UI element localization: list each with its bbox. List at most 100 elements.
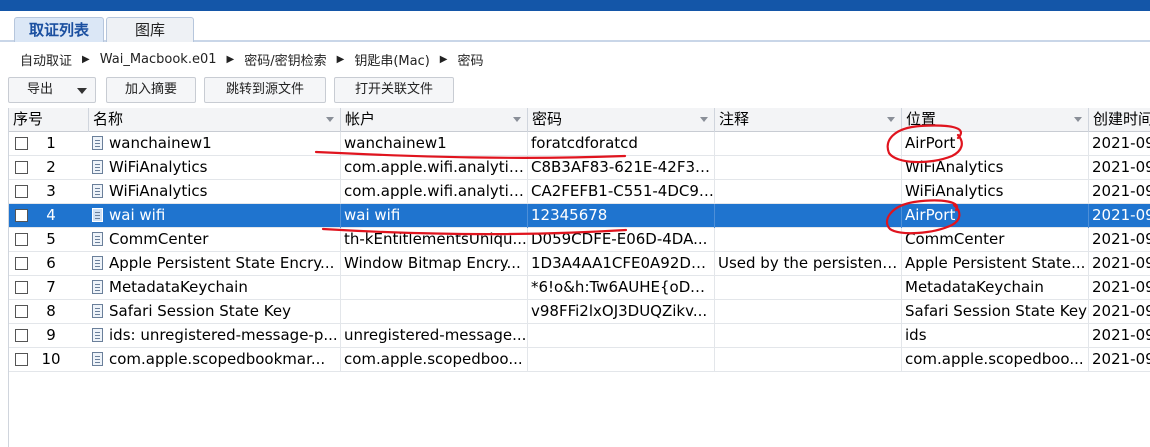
row-checkbox[interactable] xyxy=(15,281,28,294)
cell-account: com.apple.wifi.analytic... xyxy=(341,180,528,204)
column-label: 帐户 xyxy=(345,110,376,128)
cell-location-text: ids xyxy=(905,326,927,344)
row-checkbox[interactable] xyxy=(15,185,28,198)
table-row[interactable]: 8 Safari Session State Key v98FFi2lxOJ3DUQ… xyxy=(9,300,1150,324)
cell-comment xyxy=(715,132,902,156)
cell-index: 1 xyxy=(46,134,56,152)
cell-location: com.apple.scopedboo... xyxy=(902,348,1089,372)
add-to-digest-button[interactable]: 加入摘要 xyxy=(106,77,196,103)
column-label: 位置 xyxy=(906,110,937,128)
cell-created: 2021-09 xyxy=(1089,228,1150,252)
open-related-file-button[interactable]: 打开关联文件 xyxy=(334,77,454,103)
row-checkbox[interactable] xyxy=(15,137,28,150)
cell-account-text: unregistered-message... xyxy=(344,326,527,344)
table-row[interactable]: 10 com.apple.scopedbookmar... com.apple.sc… xyxy=(9,348,1150,372)
table-row[interactable]: 4 wai wifi wai wifi 12345678 AirPort 2021-09 xyxy=(9,204,1150,228)
cell-comment xyxy=(715,156,902,180)
column-header-location[interactable]: 位置 xyxy=(902,108,1089,132)
jump-to-source-button[interactable]: 跳转到源文件 xyxy=(204,77,326,103)
cell-account-text: com.apple.wifi.analytic... xyxy=(344,182,528,200)
table-row[interactable]: 5 CommCenter th-kEntitlementsUniqu... D059C… xyxy=(9,228,1150,252)
cell-location: Safari Session State Key xyxy=(902,300,1089,324)
row-checkbox[interactable] xyxy=(15,305,28,318)
cell-password-text: D059CDFE-E06D-4DA... xyxy=(531,230,708,248)
column-header-created[interactable]: 创建时间 xyxy=(1089,108,1150,132)
cell-comment xyxy=(715,300,902,324)
cell-location-text: WiFiAnalytics xyxy=(905,158,1004,176)
cell-account-text: com.apple.scopedboo... xyxy=(344,350,523,368)
cell-created: 2021-09 xyxy=(1089,300,1150,324)
cell-created: 2021-09 xyxy=(1089,276,1150,300)
breadcrumb-item[interactable]: 自动取证 xyxy=(20,50,72,69)
cell-account: th-kEntitlementsUniqu... xyxy=(341,228,528,252)
document-icon xyxy=(92,328,103,342)
chevron-right-icon: ▶ xyxy=(82,53,90,65)
cell-name-text: WiFiAnalytics xyxy=(109,182,208,200)
cell-name-text: ids: unregistered-message-p... xyxy=(109,326,338,344)
document-icon xyxy=(92,232,103,246)
row-checkbox[interactable] xyxy=(15,161,28,174)
cell-account: wai wifi xyxy=(341,204,528,228)
table-row[interactable]: 1 wanchainew1 wanchainew1 foratcdforatcd Air… xyxy=(9,132,1150,156)
cell-password-text: foratcdforatcd xyxy=(531,134,638,152)
cell-password: foratcdforatcd xyxy=(528,132,715,156)
cell-name-text: wanchainew1 xyxy=(109,134,212,152)
column-header-comment[interactable]: 注释 xyxy=(715,108,902,132)
export-dropdown-button[interactable]: 导出 xyxy=(8,77,96,103)
cell-created-text: 2021-09 xyxy=(1092,326,1150,344)
tab-gallery[interactable]: 图库 xyxy=(106,17,194,42)
cell-created: 2021-09 xyxy=(1089,348,1150,372)
cell-name: MetadataKeychain xyxy=(89,276,341,300)
cell-comment xyxy=(715,204,902,228)
tab-bar: 取证列表 图库 xyxy=(0,11,1150,42)
row-checkbox[interactable] xyxy=(15,257,28,270)
table-row[interactable]: 3 WiFiAnalytics com.apple.wifi.analytic...… xyxy=(9,180,1150,204)
filter-icon[interactable] xyxy=(887,117,895,122)
cell-password: 12345678 xyxy=(528,204,715,228)
cell-created: 2021-09 xyxy=(1089,180,1150,204)
row-checkbox[interactable] xyxy=(15,233,28,246)
table-row[interactable]: 7 MetadataKeychain *6!o&h:Tw6AUHE{oDV{G Met… xyxy=(9,276,1150,300)
filter-icon[interactable] xyxy=(513,117,521,122)
cell-index: 10 xyxy=(41,350,61,368)
cell-password xyxy=(528,324,715,348)
chevron-right-icon: ▶ xyxy=(336,53,345,65)
table-row[interactable]: 9 ids: unregistered-message-p... unregiste… xyxy=(9,324,1150,348)
cell-password: D059CDFE-E06D-4DA... xyxy=(528,228,715,252)
cell-index: 3 xyxy=(46,182,56,200)
breadcrumb-item[interactable]: 密码 xyxy=(458,50,484,69)
cell-name: WiFiAnalytics xyxy=(89,156,341,180)
row-checkbox[interactable] xyxy=(15,329,28,342)
column-header-index[interactable]: 序号 xyxy=(9,108,89,132)
cell-location: AirPort xyxy=(902,204,1089,228)
cell-name: wai wifi xyxy=(89,204,341,228)
filter-icon[interactable] xyxy=(326,117,334,122)
document-icon xyxy=(92,136,103,150)
cell-created-text: 2021-09 xyxy=(1092,230,1150,248)
breadcrumb-item[interactable]: Wai_Macbook.e01 xyxy=(100,52,217,67)
table-row[interactable]: 6 Apple Persistent State Encry... Window B… xyxy=(9,252,1150,276)
cell-location-text: com.apple.scopedboo... xyxy=(905,350,1084,368)
cell-name-text: CommCenter xyxy=(109,230,209,248)
tab-evidence-list[interactable]: 取证列表 xyxy=(14,17,104,42)
cell-password: v98FFi2lxOJ3DUQZikv... xyxy=(528,300,715,324)
column-header-account[interactable]: 帐户 xyxy=(341,108,528,132)
row-checkbox[interactable] xyxy=(15,209,28,222)
cell-created: 2021-09 xyxy=(1089,324,1150,348)
filter-icon[interactable] xyxy=(1074,117,1082,122)
cell-comment xyxy=(715,228,902,252)
breadcrumb-item[interactable]: 密码/密钥检索 xyxy=(244,50,326,69)
row-checkbox[interactable] xyxy=(15,353,28,366)
filter-icon[interactable] xyxy=(700,117,708,122)
breadcrumb-item[interactable]: 钥匙串(Mac) xyxy=(354,50,429,69)
cell-password-text: v98FFi2lxOJ3DUQZikv... xyxy=(531,302,708,320)
table-row[interactable]: 2 WiFiAnalytics com.apple.wifi.analytic...… xyxy=(9,156,1150,180)
cell-name: Apple Persistent State Encry... xyxy=(89,252,341,276)
cell-account: Window Bitmap Encry... xyxy=(341,252,528,276)
column-header-name[interactable]: 名称 xyxy=(89,108,341,132)
cell-location: WiFiAnalytics xyxy=(902,156,1089,180)
toolbar: 导出 加入摘要 跳转到源文件 打开关联文件 xyxy=(0,74,1150,106)
cell-account: wanchainew1 xyxy=(341,132,528,156)
column-header-password[interactable]: 密码 xyxy=(528,108,715,132)
cell-location-text: Apple Persistent State... xyxy=(905,254,1086,272)
